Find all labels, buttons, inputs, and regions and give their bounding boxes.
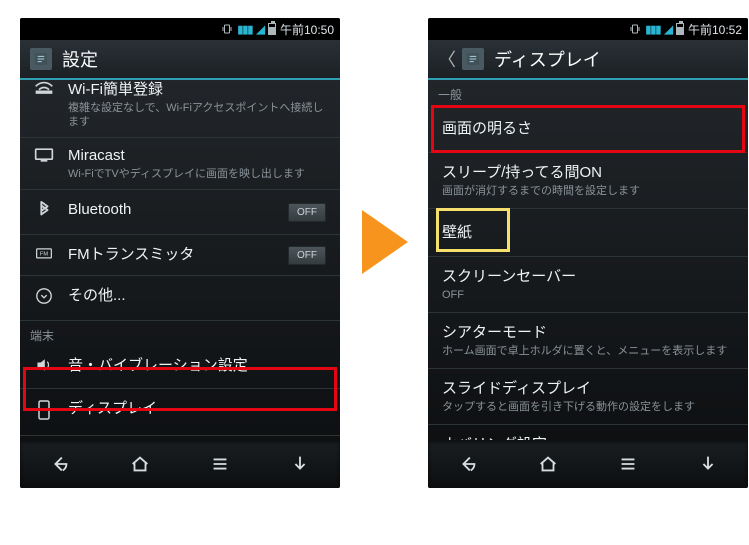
nav-recent-button[interactable] bbox=[196, 446, 244, 482]
item-wifi-easy[interactable]: Wi-Fi簡単登録 複雑な設定なしで、Wi-Fiアクセスポイントへ接続します bbox=[20, 80, 340, 138]
signal-icon: ▮▮▮ bbox=[237, 23, 252, 36]
status-bar: ▮▮▮ ◢ 午前10:50 bbox=[20, 18, 340, 40]
sublabel: タップすると画面を引き下げる動作の設定をします bbox=[442, 400, 734, 414]
sublabel: OFF bbox=[442, 288, 734, 302]
label: スクリーンセーバー bbox=[442, 267, 734, 286]
sublabel: 複雑な設定なしで、Wi-Fiアクセスポイントへ接続します bbox=[68, 101, 326, 129]
sublabel: Wi-FiでTVやディスプレイに画面を映し出します bbox=[68, 167, 326, 181]
status-clock: 午前10:50 bbox=[280, 21, 334, 38]
section-device: 端末 bbox=[20, 321, 340, 346]
settings-app-icon bbox=[30, 48, 52, 70]
item-bluetooth[interactable]: Bluetooth OFF bbox=[20, 190, 340, 235]
label: スライドディスプレイ bbox=[442, 379, 734, 398]
svg-text:FM: FM bbox=[40, 251, 48, 257]
signal-icon-2: ◢ bbox=[665, 23, 672, 36]
sound-icon bbox=[32, 357, 56, 378]
item-slide[interactable]: スライドディスプレイ タップすると画面を引き下げる動作の設定をします bbox=[428, 369, 748, 425]
item-theater[interactable]: シアターモード ホーム画面で卓上ホルダに置くと、メニューを表示します bbox=[428, 313, 748, 369]
nav-back-button[interactable] bbox=[444, 446, 492, 482]
item-other[interactable]: その他... bbox=[20, 276, 340, 321]
signal-icon: ▮▮▮ bbox=[645, 23, 660, 36]
item-screensaver[interactable]: スクリーンセーバー OFF bbox=[428, 257, 748, 313]
display-icon bbox=[32, 400, 56, 425]
screenshot-settings: ▮▮▮ ◢ 午前10:50 設定 Wi-Fi簡単登録 複雑な設定なしで、Wi-F… bbox=[20, 18, 340, 488]
bluetooth-toggle[interactable]: OFF bbox=[288, 203, 326, 222]
item-wallpaper[interactable]: 壁紙 bbox=[428, 209, 748, 257]
section-general: 一般 bbox=[428, 80, 748, 105]
settings-list: Wi-Fi簡単登録 複雑な設定なしで、Wi-Fiアクセスポイントへ接続します M… bbox=[20, 80, 340, 440]
label: スリープ/持ってる間ON bbox=[442, 163, 734, 182]
label: シアターモード bbox=[442, 323, 734, 342]
label: ディスプレイ bbox=[68, 399, 326, 418]
battery-icon bbox=[676, 23, 684, 35]
label: Bluetooth bbox=[68, 200, 276, 219]
nav-bar bbox=[428, 440, 748, 488]
vibrate-icon bbox=[221, 23, 233, 35]
status-clock: 午前10:52 bbox=[688, 21, 742, 38]
sublabel: ホーム画面で卓上ホルダに置くと、メニューを表示します bbox=[442, 344, 734, 358]
item-brightness[interactable]: 画面の明るさ bbox=[428, 105, 748, 153]
nav-home-button[interactable] bbox=[524, 446, 572, 482]
bluetooth-icon bbox=[32, 201, 56, 224]
miracast-icon bbox=[32, 147, 56, 168]
vibrate-icon bbox=[629, 23, 641, 35]
arrow-icon bbox=[362, 210, 408, 274]
expand-icon bbox=[32, 287, 56, 310]
label: Wi-Fi簡単登録 bbox=[68, 80, 326, 99]
wifi-easy-icon bbox=[32, 81, 56, 100]
item-sleep[interactable]: スリープ/持ってる間ON 画面が消灯するまでの時間を設定します bbox=[428, 153, 748, 209]
display-titlebar[interactable]: 〈 ディスプレイ bbox=[428, 40, 748, 80]
fm-toggle[interactable]: OFF bbox=[288, 246, 326, 265]
item-miracast[interactable]: Miracast Wi-FiでTVやディスプレイに画面を映し出します bbox=[20, 138, 340, 190]
back-chevron-icon[interactable]: 〈 bbox=[438, 46, 456, 72]
page-title: ディスプレイ bbox=[494, 46, 601, 72]
settings-app-icon bbox=[462, 48, 484, 70]
status-bar: ▮▮▮ ◢ 午前10:52 bbox=[428, 18, 748, 40]
label: その他... bbox=[68, 286, 326, 305]
item-display[interactable]: ディスプレイ bbox=[20, 389, 340, 436]
screenshot-display-settings: ▮▮▮ ◢ 午前10:52 〈 ディスプレイ 一般 画面の明るさ スリープ/持っ… bbox=[428, 18, 748, 488]
item-hover[interactable]: ホバリング設定 タッチパネルに触れずに端末の操作などが可能になります(対応機能の… bbox=[428, 425, 748, 440]
signal-icon-2: ◢ bbox=[257, 23, 264, 36]
sublabel: 画面が消灯するまでの時間を設定します bbox=[442, 184, 734, 198]
nav-home-button[interactable] bbox=[116, 446, 164, 482]
nav-down-button[interactable] bbox=[684, 446, 732, 482]
item-fm[interactable]: FM FMトランスミッタ OFF bbox=[20, 235, 340, 276]
label: Miracast bbox=[68, 146, 326, 165]
nav-back-button[interactable] bbox=[36, 446, 84, 482]
fm-icon: FM bbox=[32, 246, 56, 265]
nav-bar bbox=[20, 440, 340, 488]
label: 音・バイブレーション設定 bbox=[68, 356, 326, 375]
battery-icon bbox=[268, 23, 276, 35]
label: 壁紙 bbox=[442, 223, 734, 242]
display-list: 一般 画面の明るさ スリープ/持ってる間ON 画面が消灯するまでの時間を設定しま… bbox=[428, 80, 748, 440]
label: 画面の明るさ bbox=[442, 119, 734, 138]
item-sound[interactable]: 音・バイブレーション設定 bbox=[20, 346, 340, 389]
nav-recent-button[interactable] bbox=[604, 446, 652, 482]
nav-down-button[interactable] bbox=[276, 446, 324, 482]
label: FMトランスミッタ bbox=[68, 245, 276, 264]
settings-titlebar: 設定 bbox=[20, 40, 340, 80]
page-title: 設定 bbox=[62, 46, 98, 72]
